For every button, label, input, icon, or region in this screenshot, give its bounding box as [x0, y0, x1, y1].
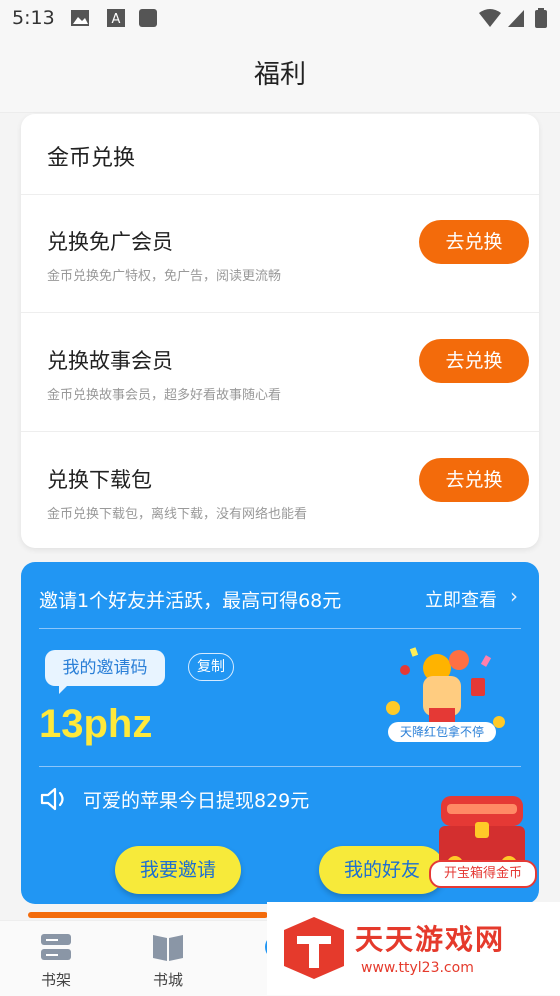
exchange-item-subtitle: 金币兑换免广特权，免广告，阅读更流畅	[47, 269, 282, 284]
watermark-url: www.ttyl23.com	[361, 960, 474, 976]
coin-exchange-title: 金币兑换	[47, 146, 136, 171]
svg-text:A: A	[112, 12, 121, 27]
app-notification-icon	[139, 9, 157, 27]
invite-code-label: 我的邀请码	[45, 650, 165, 694]
chevron-right-icon[interactable]: ›	[510, 584, 518, 608]
tab-bookstore[interactable]: 书城	[128, 921, 208, 996]
wifi-icon	[479, 9, 501, 27]
coin-exchange-card: 金币兑换 兑换免广会员 金币兑换免广特权，免广告，阅读更流畅 去兑换 兑换故事会…	[21, 114, 539, 548]
invite-headline: 邀请1个好友并活跃，最高可得68元	[39, 590, 342, 612]
watermark: 天天游戏网 www.ttyl23.com	[267, 902, 560, 995]
coin-exchange-header: 金币兑换	[21, 114, 539, 195]
title-bar: 福利	[0, 40, 560, 113]
copy-code-button[interactable]: 复制	[188, 653, 234, 681]
bookshelf-icon	[41, 934, 71, 960]
battery-icon	[535, 8, 547, 28]
exchange-story-button[interactable]: 去兑换	[419, 339, 529, 383]
next-card-edge	[28, 912, 268, 918]
exchange-item-ad-free: 兑换免广会员 金币兑换免广特权，免广告，阅读更流畅 去兑换	[21, 194, 539, 313]
status-time: 5:13	[12, 7, 55, 29]
exchange-item-subtitle: 金币兑换故事会员，超多好看故事随心看	[47, 388, 282, 403]
image-notification-icon	[71, 10, 89, 26]
exchange-item-story: 兑换故事会员 金币兑换故事会员，超多好看故事随心看 去兑换	[21, 313, 539, 432]
withdraw-notice: 可爱的苹果今日提现829元	[83, 790, 310, 812]
divider	[39, 628, 521, 629]
promo-label: 天降红包拿不停	[388, 722, 496, 742]
tab-label: 书城	[152, 971, 183, 989]
exchange-item-title: 兑换免广会员	[47, 230, 173, 254]
divider	[39, 766, 521, 767]
book-icon	[153, 935, 183, 961]
invite-code: 13phz	[39, 702, 153, 746]
exchange-ad-free-button[interactable]: 去兑换	[419, 220, 529, 264]
invite-friends-button[interactable]: 我要邀请	[115, 846, 241, 894]
cell-signal-icon	[508, 10, 524, 27]
page-title: 福利	[253, 60, 306, 90]
exchange-item-subtitle: 金币兑换下载包，离线下载，没有网络也能看	[47, 507, 308, 522]
status-bar: 5:13 A	[0, 0, 560, 40]
speaker-icon	[40, 787, 64, 811]
watermark-title: 天天游戏网	[355, 923, 506, 956]
tab-bookshelf[interactable]: 书架	[16, 921, 96, 996]
exchange-item-download: 兑换下载包 金币兑换下载包，离线下载，没有网络也能看 去兑换	[21, 432, 539, 548]
chest-label: 开宝箱得金币	[429, 860, 537, 888]
exchange-item-title: 兑换故事会员	[47, 349, 173, 373]
font-notification-icon: A	[107, 9, 125, 27]
invite-card: 邀请1个好友并活跃，最高可得68元 立即查看 › 我的邀请码 复制 13phz …	[21, 562, 539, 904]
treasure-chest[interactable]: 开宝箱得金币	[425, 790, 537, 900]
tab-label: 书架	[40, 971, 71, 989]
exchange-item-title: 兑换下载包	[47, 468, 152, 492]
watermark-logo-icon	[284, 917, 344, 979]
view-now-link[interactable]: 立即查看	[425, 586, 497, 612]
red-packet-promo[interactable]: 天降红包拿不停	[371, 638, 521, 754]
exchange-download-button[interactable]: 去兑换	[419, 458, 529, 502]
